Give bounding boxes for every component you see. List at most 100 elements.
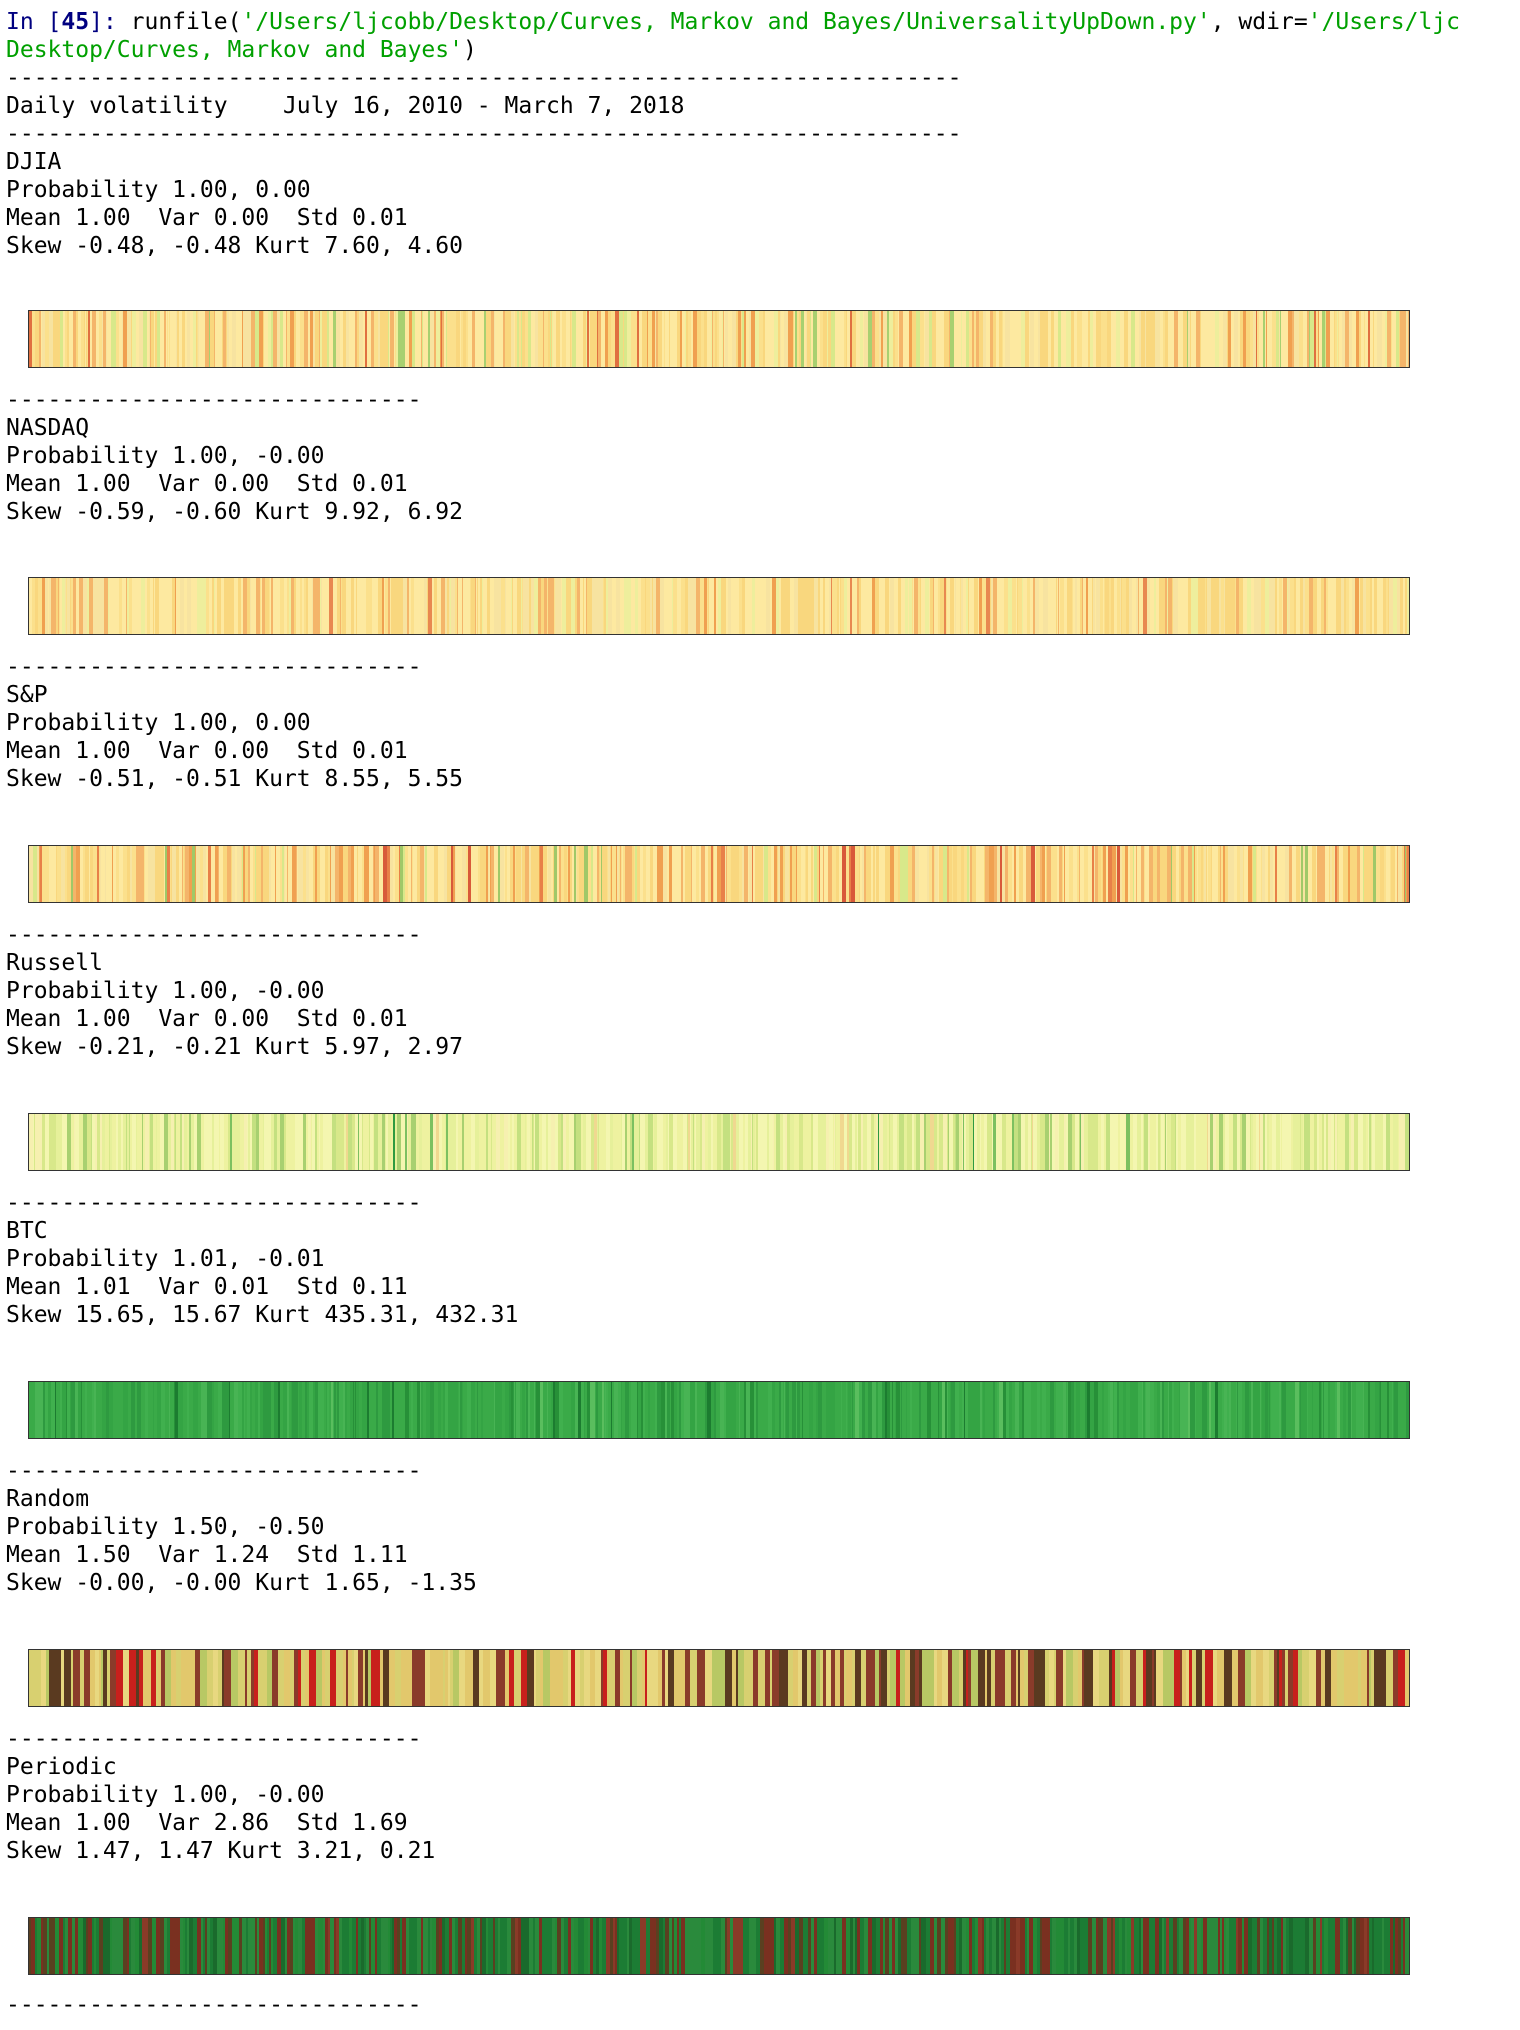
volatility-stripe (325, 578, 330, 634)
volatility-stripe (225, 1382, 230, 1438)
volatility-stripe (764, 846, 769, 902)
volatility-stripe (807, 311, 811, 367)
volatility-stripe (841, 578, 845, 634)
volatility-stripe (247, 578, 251, 634)
volatility-stripe (1117, 846, 1121, 902)
volatility-stripe (491, 311, 495, 367)
volatility-stripe (1096, 578, 1101, 634)
volatility-stripe (477, 1918, 481, 1974)
volatility-stripe (595, 1650, 602, 1706)
volatility-stripe (997, 578, 1001, 634)
volatility-stripe (588, 1114, 592, 1170)
volatility-stripe (916, 1114, 921, 1170)
volatility-stripe (299, 1382, 303, 1438)
volatility-stripe (61, 846, 66, 902)
volatility-stripe (1364, 846, 1368, 902)
volatility-stripe (802, 1650, 808, 1706)
volatility-stripe (287, 311, 291, 367)
volatility-stripe (1392, 311, 1397, 367)
volatility-stripe (1210, 1918, 1215, 1974)
volatility-stripe (872, 1382, 877, 1438)
volatility-stripe (1006, 311, 1011, 367)
volatility-stripe (148, 1918, 153, 1974)
volatility-stripe (382, 1382, 387, 1438)
volatility-stripe (860, 311, 864, 367)
volatility-stripe (219, 1918, 224, 1974)
volatility-stripe (637, 846, 641, 902)
volatility-stripe (122, 578, 127, 634)
volatility-stripe (962, 311, 967, 367)
volatility-stripe (1149, 846, 1154, 902)
volatility-stripe (530, 1382, 535, 1438)
volatility-stripe (581, 1382, 585, 1438)
volatility-stripe (1288, 1650, 1294, 1706)
volatility-stripe (954, 311, 959, 367)
volatility-stripe (885, 1918, 890, 1974)
volatility-stripe (1340, 1918, 1344, 1974)
volatility-stripe (1100, 578, 1104, 634)
volatility-stripe (462, 846, 467, 902)
volatility-stripe (97, 1382, 101, 1438)
volatility-stripe (921, 578, 926, 634)
volatility-stripe (598, 311, 602, 367)
prompt-label: In [ (6, 9, 62, 35)
volatility-stripe (379, 846, 384, 902)
volatility-stripe (1147, 578, 1151, 634)
volatility-stripe (151, 311, 155, 367)
volatility-stripe (989, 846, 993, 902)
volatility-stripe (1312, 846, 1317, 902)
volatility-stripe (551, 578, 555, 634)
volatility-stripe (635, 578, 639, 634)
volatility-stripe (1244, 846, 1249, 902)
volatility-stripe (29, 578, 33, 634)
volatility-stripe (580, 578, 584, 634)
volatility-stripe (536, 1382, 541, 1438)
volatility-stripe (820, 578, 824, 634)
volatility-stripe (1138, 1382, 1143, 1438)
volatility-stripe (397, 1918, 401, 1974)
volatility-stripe (197, 1114, 202, 1170)
volatility-stripe (945, 1918, 949, 1974)
volatility-stripe (979, 578, 983, 634)
volatility-stripe (842, 846, 847, 902)
volatility-stripe (1150, 1382, 1154, 1438)
volatility-stripe (1021, 1114, 1026, 1170)
volatility-stripe (608, 311, 612, 367)
volatility-stripe (1191, 1918, 1195, 1974)
volatility-stripe (993, 578, 998, 634)
volatility-stripe (307, 1918, 312, 1974)
volatility-stripe (974, 1114, 978, 1170)
volatility-stripe (792, 846, 797, 902)
volatility-stripe (868, 311, 873, 367)
volatility-stripe (907, 1114, 912, 1170)
volatility-stripe (1095, 846, 1099, 902)
volatility-stripe (915, 846, 920, 902)
section-name: Periodic (6, 1754, 117, 1780)
volatility-stripe (1248, 1918, 1253, 1974)
volatility-stripe (983, 311, 987, 367)
volatility-stripe (1233, 1114, 1238, 1170)
volatility-stripe (782, 1650, 789, 1706)
volatility-stripe (1158, 1650, 1164, 1706)
volatility-stripe (818, 1114, 823, 1170)
volatility-stripe (160, 1114, 165, 1170)
volatility-stripe (548, 846, 552, 902)
volatility-stripe (1306, 1114, 1311, 1170)
volatility-stripe (1084, 846, 1089, 902)
volatility-stripe (895, 311, 899, 367)
volatility-stripe (352, 1918, 357, 1974)
volatility-stripe (53, 311, 58, 367)
volatility-stripe (1328, 578, 1333, 634)
volatility-stripe (452, 1382, 457, 1438)
volatility-stripe (1229, 1918, 1234, 1974)
volatility-stripe (709, 578, 713, 634)
volatility-stripe (1002, 846, 1006, 902)
volatility-stripe (141, 578, 146, 634)
volatility-stripe (1037, 1918, 1041, 1974)
volatility-stripe (947, 578, 951, 634)
volatility-stripe (1060, 1918, 1065, 1974)
volatility-stripe (1401, 1114, 1406, 1170)
volatility-stripe (45, 1114, 50, 1170)
volatility-stripe (1357, 846, 1361, 902)
volatility-stripe (1114, 1382, 1118, 1438)
